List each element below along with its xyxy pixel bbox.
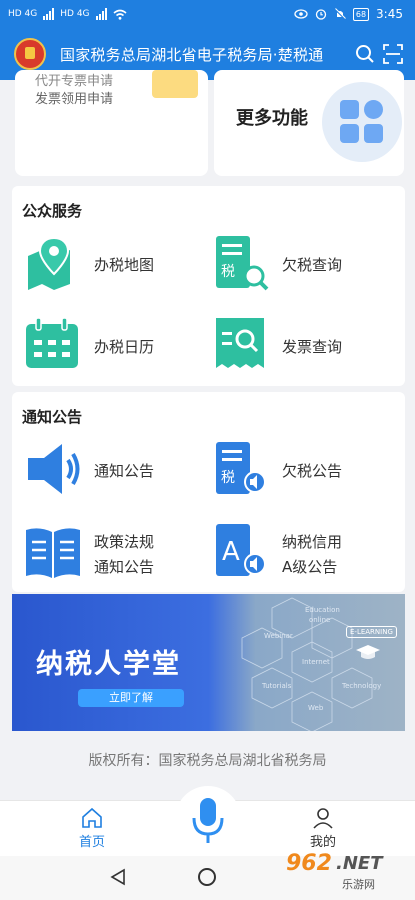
status-bar: HD 4G HD 4G 68 3:45 [0, 0, 415, 30]
nav-home-icon[interactable] [198, 868, 216, 886]
notice-credit-a-level[interactable]: A 纳税信用 A级公告 [212, 522, 392, 582]
map-icon [28, 236, 70, 290]
user-icon [313, 808, 333, 829]
invoice-apply-card[interactable]: 代开专票申请 发票领用申请 [15, 70, 208, 176]
invoice-search-icon [216, 318, 264, 368]
hex-label: Internet [302, 658, 330, 666]
item-label: 纳税信用 A级公告 [282, 530, 342, 580]
speaker-icon [28, 444, 80, 494]
notice-section: 通知公告 通知公告 税 欠税公告 政策法规 通知公告 A 纳税信用 A级公告 [12, 392, 405, 592]
hex-label: online [309, 616, 331, 624]
svg-text:税: 税 [221, 470, 235, 486]
watermark-cn: 乐游网 [342, 878, 375, 891]
battery-indicator: 68 [352, 7, 370, 21]
carrier-2: HD 4G [60, 9, 90, 19]
item-label: 欠税公告 [282, 462, 343, 480]
item-label-line1: 政策法规 [94, 533, 155, 551]
microphone-icon[interactable] [191, 796, 225, 846]
svg-text:税: 税 [221, 264, 235, 280]
item-label-line2: A级公告 [282, 558, 338, 576]
more-functions-card[interactable]: 更多功能 [214, 70, 404, 176]
tab-home[interactable]: 首页 [62, 807, 122, 850]
notice-announcements[interactable]: 通知公告 [24, 440, 204, 500]
tab-me[interactable]: 我的 [293, 807, 353, 850]
apply-item-2[interactable]: 发票领用申请 [35, 88, 113, 107]
graduation-cap-icon [356, 645, 380, 659]
copyright-text: 版权所有：国家税务总局湖北省税务局 [88, 753, 327, 769]
hex-label-highlight: E-LEARNING [346, 626, 397, 638]
wifi-icon [113, 9, 127, 20]
signal-icon [95, 8, 107, 20]
top-cards: 代开专票申请 发票领用申请 更多功能 [0, 70, 415, 180]
item-label-line1: 纳税信用 [282, 533, 343, 551]
page-title: 国家税务总局湖北省电子税务局·楚税通 [60, 46, 324, 64]
book-icon [26, 528, 80, 578]
credit-a-icon: A [216, 524, 266, 576]
item-label: 政策法规 通知公告 [94, 530, 154, 580]
learn-now-button[interactable]: 立即了解 [78, 689, 184, 707]
hex-label: Tutorials [262, 682, 292, 690]
carrier-1: HD 4G [8, 9, 38, 19]
notice-tax-arrears[interactable]: 税 欠税公告 [212, 440, 392, 500]
watermark-net: .NET [336, 853, 383, 874]
item-label-line2: 通知公告 [94, 558, 155, 576]
calendar-icon [26, 317, 78, 368]
tax-announce-icon: 税 [216, 442, 266, 494]
service-tax-calendar[interactable]: 办税日历 [24, 316, 204, 376]
svg-text:A: A [222, 537, 240, 567]
hex-label: Web [308, 704, 324, 712]
invoice-illustration-icon [152, 70, 198, 98]
taxpayer-school-banner[interactable]: 纳税人学堂 立即了解 Education online Webinar E-LE… [12, 594, 405, 731]
tax-emblem-logo [14, 38, 46, 70]
section-title: 通知公告 [22, 408, 83, 426]
item-label: 办税地图 [94, 256, 155, 274]
item-label: 办税日历 [94, 338, 155, 356]
item-label: 发票查询 [282, 338, 343, 356]
item-label: 欠税查询 [282, 256, 343, 274]
hex-label: Education [305, 606, 340, 614]
more-functions-label: 更多功能 [236, 108, 308, 129]
status-right: 68 3:45 [294, 7, 403, 21]
notice-policy-regulations[interactable]: 政策法规 通知公告 [24, 522, 204, 582]
signal-group: HD 4G HD 4G [8, 8, 127, 20]
hex-label: Webinar [264, 632, 293, 640]
item-label: 通知公告 [94, 462, 155, 480]
site-watermark-logo: 962 .NET 乐游网 [278, 848, 408, 894]
alarm-icon [315, 9, 327, 20]
grid-apps-icon [340, 100, 384, 144]
watermark-num: 962 [286, 851, 332, 876]
scan-icon[interactable] [383, 44, 403, 64]
eye-icon [294, 9, 308, 19]
hex-label: Technology [342, 682, 382, 690]
mute-icon [334, 8, 346, 20]
service-invoice-query[interactable]: 发票查询 [212, 316, 392, 376]
banner-title: 纳税人学堂 [36, 649, 181, 680]
tax-search-icon: 税 [216, 236, 269, 291]
tab-home-label: 首页 [78, 835, 105, 850]
search-icon[interactable] [355, 44, 375, 64]
signal-icon [43, 8, 55, 20]
apply-item-1[interactable]: 代开专票申请 [35, 70, 113, 89]
clock: 3:45 [376, 7, 403, 21]
public-service-section: 公众服务 办税地图 税 欠税查询 办税日历 发票查询 [12, 186, 405, 386]
back-icon[interactable] [109, 868, 127, 886]
section-title: 公众服务 [22, 202, 83, 220]
home-icon [82, 807, 102, 828]
service-tax-arrears-query[interactable]: 税 欠税查询 [212, 234, 392, 294]
service-tax-map[interactable]: 办税地图 [24, 234, 204, 294]
